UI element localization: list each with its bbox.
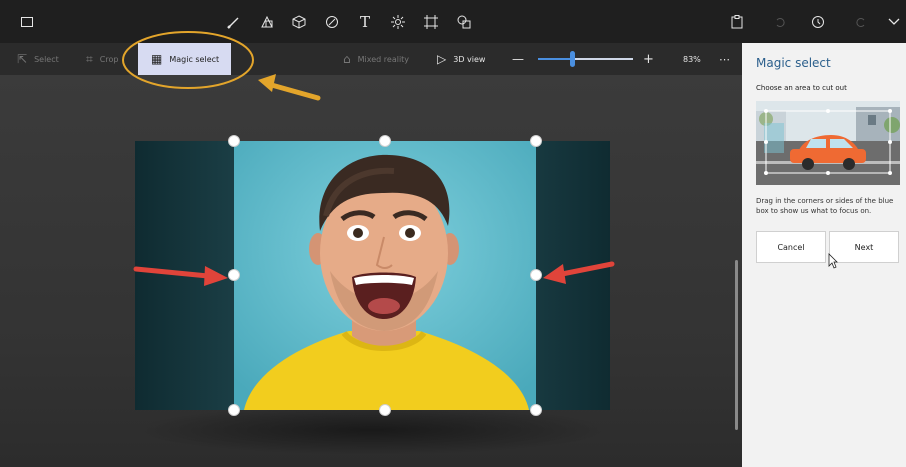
zoom-value-label: 83% (683, 54, 701, 64)
app-top-bar: T (0, 0, 906, 43)
canvas-area[interactable] (0, 75, 742, 467)
zoom-out-button[interactable]: — (512, 43, 524, 75)
window-icon[interactable] (17, 12, 37, 32)
selection-handle-top[interactable] (379, 135, 391, 147)
expand-icon[interactable] (884, 12, 904, 32)
mixed-reality-tool[interactable]: ⌂ Mixed reality (343, 43, 409, 75)
next-button-label: Next (854, 242, 874, 252)
mixed-reality-icon: ⌂ (343, 52, 351, 66)
3d-view-tool[interactable]: ▷ 3D view (437, 43, 485, 75)
zoom-in-label: + (643, 51, 654, 67)
next-button[interactable]: Next (829, 231, 899, 263)
panel-instructions: Drag in the corners or sides of the blue… (756, 197, 894, 215)
panel-subtitle: Choose an area to cut out (756, 84, 847, 92)
selection-handle-right[interactable] (530, 269, 542, 281)
canvas-icon[interactable] (421, 12, 441, 32)
3d-view-icon: ▷ (437, 52, 447, 66)
mouse-cursor-icon (828, 253, 838, 269)
cancel-button-label: Cancel (777, 242, 805, 252)
redo-icon[interactable] (851, 12, 871, 32)
select-icon: ⇱ (17, 52, 28, 66)
more-options-icon: ⋯ (719, 52, 730, 66)
effects-icon[interactable] (388, 12, 408, 32)
magic-select-label: Magic select (169, 54, 220, 64)
panel-preview-image (756, 101, 900, 185)
canvas-toolbar: ⇱ Select ⌗ Crop ▦ Magic select ⌂ Mixed r… (0, 43, 742, 75)
text-icon[interactable]: T (355, 12, 375, 32)
selection-handle-top-right[interactable] (530, 135, 542, 147)
zoom-slider-thumb[interactable] (570, 51, 576, 67)
3d-view-label: 3D view (453, 54, 486, 64)
cancel-button[interactable]: Cancel (756, 231, 826, 263)
select-tool[interactable]: ⇱ Select (17, 43, 59, 75)
crop-label: Crop (99, 54, 119, 64)
selected-photo-region[interactable] (234, 141, 536, 410)
selection-handle-bottom-right[interactable] (530, 404, 542, 416)
zoom-in-button[interactable]: + (643, 43, 654, 75)
magic-select-icon: ▦ (151, 52, 163, 66)
crop-tool[interactable]: ⌗ Crop (86, 43, 118, 75)
portrait-illustration (234, 141, 536, 410)
selection-handle-bottom[interactable] (379, 404, 391, 416)
car-scene-illustration (756, 101, 900, 185)
zoom-value: 83% (683, 43, 701, 75)
selection-handle-top-left[interactable] (228, 135, 240, 147)
magic-select-panel: Magic select Choose an area to cut out D… (742, 43, 906, 467)
selection-handle-bottom-left[interactable] (228, 404, 240, 416)
paste-icon[interactable] (727, 12, 747, 32)
vertical-scrollbar[interactable] (735, 260, 738, 430)
select-label: Select (34, 54, 59, 64)
3d-library-icon[interactable] (454, 12, 474, 32)
brush-icon[interactable] (224, 12, 244, 32)
magic-select-tool[interactable]: ▦ Magic select (138, 43, 231, 75)
more-options-button[interactable]: ⋯ (719, 43, 730, 75)
zoom-out-label: — (512, 52, 524, 66)
crop-icon: ⌗ (86, 51, 93, 66)
2d-shapes-icon[interactable] (257, 12, 277, 32)
zoom-slider[interactable] (538, 43, 633, 75)
panel-title: Magic select (756, 56, 831, 70)
zoom-slider-fill (538, 58, 573, 60)
undo-icon[interactable] (770, 12, 790, 32)
selection-handle-left[interactable] (228, 269, 240, 281)
stickers-icon[interactable] (322, 12, 342, 32)
3d-shapes-icon[interactable] (289, 12, 309, 32)
history-icon[interactable] (808, 12, 828, 32)
mixed-reality-label: Mixed reality (357, 54, 410, 64)
